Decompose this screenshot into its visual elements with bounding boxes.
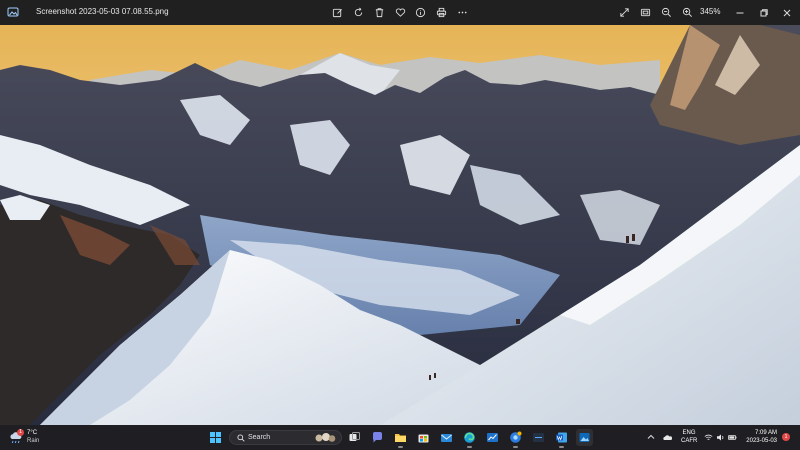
browser-icon bbox=[510, 431, 522, 443]
fullscreen-icon bbox=[619, 7, 629, 17]
fit-window-button[interactable] bbox=[636, 3, 654, 21]
mail-button[interactable] bbox=[438, 429, 455, 446]
volume-icon[interactable] bbox=[716, 433, 725, 442]
clock[interactable]: 7:09 AM 2023-05-03 bbox=[743, 429, 777, 445]
store-button[interactable] bbox=[415, 429, 432, 446]
zoom-out-button[interactable] bbox=[657, 3, 675, 21]
close-icon bbox=[783, 9, 791, 16]
favorite-button[interactable] bbox=[391, 3, 409, 21]
search-highlight-icon bbox=[315, 433, 336, 442]
browser-button[interactable] bbox=[507, 429, 524, 448]
info-button[interactable] bbox=[411, 3, 429, 21]
close-button[interactable] bbox=[772, 0, 800, 25]
clock-date: 2023-05-03 bbox=[746, 438, 777, 444]
edge-icon bbox=[464, 432, 475, 443]
dell-icon bbox=[533, 433, 544, 442]
weather-temp: 7°C bbox=[27, 430, 38, 436]
battery-icon[interactable] bbox=[728, 433, 737, 442]
file-explorer-icon bbox=[395, 434, 406, 442]
maximize-icon bbox=[760, 8, 768, 16]
fit-window-icon bbox=[640, 8, 650, 16]
edge-button[interactable] bbox=[461, 429, 478, 448]
edit-image-button[interactable] bbox=[328, 3, 346, 21]
language-code: ENG bbox=[682, 430, 696, 436]
taskbar: 1 7°C Rain Search ENG CAFR 7:09 AM 2023-… bbox=[0, 425, 800, 450]
image-viewer[interactable] bbox=[0, 25, 800, 425]
more-icon bbox=[457, 11, 467, 13]
weather-widget[interactable]: 1 7°C Rain bbox=[9, 429, 49, 447]
clock-time: 7:09 AM bbox=[754, 430, 777, 436]
task-view-button[interactable] bbox=[346, 429, 363, 446]
favorite-icon bbox=[395, 7, 405, 17]
taskbar-search[interactable]: Search bbox=[229, 430, 342, 445]
zoom-in-icon bbox=[682, 7, 692, 17]
task-view-icon bbox=[349, 432, 360, 441]
rotate-icon bbox=[354, 7, 362, 16]
search-placeholder: Search bbox=[248, 434, 271, 441]
delete-button[interactable] bbox=[370, 3, 388, 21]
mountain-photo bbox=[0, 25, 800, 425]
stocks-app-icon bbox=[487, 433, 498, 442]
store-icon bbox=[418, 434, 429, 443]
info-icon bbox=[415, 7, 425, 17]
zoom-level[interactable]: 345% bbox=[700, 7, 720, 16]
dell-button[interactable] bbox=[530, 429, 547, 446]
print-button[interactable] bbox=[432, 3, 450, 21]
photos-app-icon bbox=[7, 7, 19, 17]
start-button[interactable] bbox=[207, 429, 224, 446]
file-explorer-button[interactable] bbox=[392, 429, 409, 448]
print-icon bbox=[436, 7, 446, 17]
photos-icon bbox=[579, 433, 590, 442]
chat-icon bbox=[372, 432, 382, 443]
fullscreen-button[interactable] bbox=[615, 3, 633, 21]
start-icon bbox=[210, 432, 221, 443]
minimize-icon bbox=[736, 12, 744, 13]
language-indicator[interactable]: ENG CAFR bbox=[681, 429, 697, 445]
word-button[interactable] bbox=[553, 429, 570, 448]
search-icon bbox=[237, 434, 245, 442]
keyboard-layout: CAFR bbox=[681, 438, 698, 444]
onedrive-icon[interactable] bbox=[663, 433, 672, 442]
mail-icon bbox=[441, 434, 452, 442]
stocks-app-button[interactable] bbox=[484, 429, 501, 446]
zoom-in-button[interactable] bbox=[678, 3, 696, 21]
edit-image-icon bbox=[332, 8, 342, 17]
photos-button[interactable] bbox=[576, 429, 593, 446]
more-button[interactable] bbox=[453, 3, 471, 21]
delete-icon bbox=[375, 7, 383, 17]
chevron-up-icon[interactable] bbox=[646, 432, 656, 442]
title-bar: Screenshot 2023-05-03 07.08.55.png 345% bbox=[0, 0, 800, 25]
window-title: Screenshot 2023-05-03 07.08.55.png bbox=[36, 7, 169, 16]
weather-badge: 1 bbox=[17, 429, 24, 436]
weather-condition: Rain bbox=[27, 438, 40, 444]
word-icon bbox=[556, 432, 567, 443]
notification-badge[interactable]: 1 bbox=[782, 433, 790, 441]
zoom-out-icon bbox=[661, 7, 671, 17]
rotate-button[interactable] bbox=[349, 3, 367, 21]
wifi-icon[interactable] bbox=[704, 433, 713, 442]
chat-button[interactable] bbox=[369, 429, 386, 446]
